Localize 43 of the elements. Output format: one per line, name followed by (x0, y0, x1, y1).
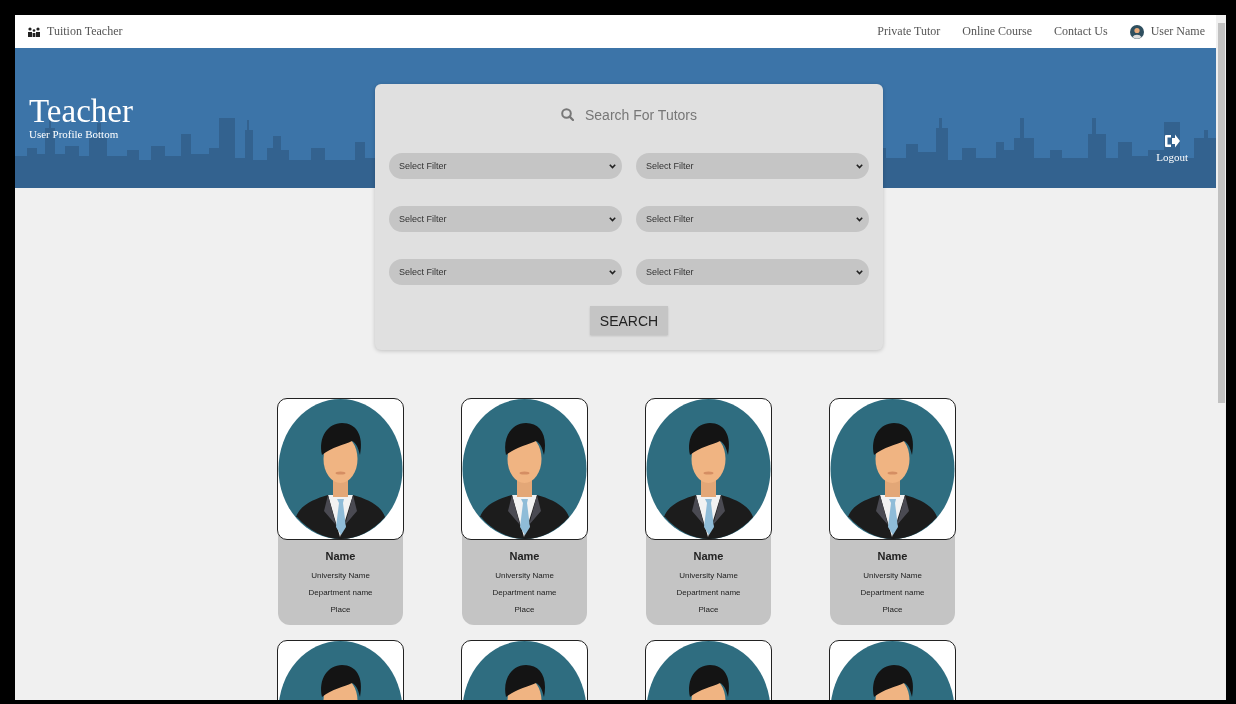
banner-title: Teacher (29, 94, 133, 128)
nav-link[interactable]: Private Tutor (877, 24, 941, 39)
university-name: University Name (679, 571, 738, 580)
chevron-icon (609, 163, 616, 169)
tutor-name: Name (325, 549, 356, 563)
nav-link[interactable]: Contact Us (1054, 24, 1108, 39)
place-text: Place (698, 605, 719, 614)
university-name: University Name (863, 571, 922, 580)
search-button[interactable]: SEARCH (590, 306, 668, 335)
search-title: Search For Tutors (584, 106, 697, 123)
chevron-icon (856, 216, 863, 222)
place-text: Place (330, 605, 351, 614)
filter-dropdown[interactable]: Select Filter (636, 153, 869, 179)
filter-dropdown[interactable]: Select Filter (636, 259, 869, 285)
search-icon (560, 108, 574, 121)
filter-dropdown[interactable]: Select Filter (389, 206, 622, 232)
banner-subtitle: User Profile Bottom (29, 128, 120, 140)
department-name: Department name (676, 588, 741, 597)
filter-dropdown[interactable]: Select Filter (389, 153, 622, 179)
nav-link[interactable]: Online Course (962, 24, 1032, 39)
university-name: University Name (311, 571, 370, 580)
user-avatar-icon (1129, 24, 1144, 39)
chevron-icon (609, 216, 616, 222)
logout-icon (1164, 134, 1181, 148)
filter-dropdown[interactable]: Select Filter (389, 259, 622, 285)
department-name: Department name (492, 588, 557, 597)
place-text: Place (882, 605, 903, 614)
chevron-icon (609, 269, 616, 275)
logout-button[interactable]: Logout (1156, 134, 1188, 163)
tutor-name: Name (509, 549, 540, 563)
people-icon (27, 26, 41, 37)
tutor-name: Name (877, 549, 908, 563)
chevron-icon (856, 163, 863, 169)
department-name: Department name (860, 588, 925, 597)
user-name-link[interactable]: User Name (1150, 24, 1205, 39)
scrollbar-thumb[interactable] (1217, 23, 1225, 403)
department-name: Department name (308, 588, 373, 597)
place-text: Place (514, 605, 535, 614)
brand-link[interactable]: Tuition Teacher (47, 24, 123, 39)
university-name: University Name (495, 571, 554, 580)
chevron-icon (856, 269, 863, 275)
filter-dropdown[interactable]: Select Filter (636, 206, 869, 232)
tutor-name: Name (693, 549, 724, 563)
